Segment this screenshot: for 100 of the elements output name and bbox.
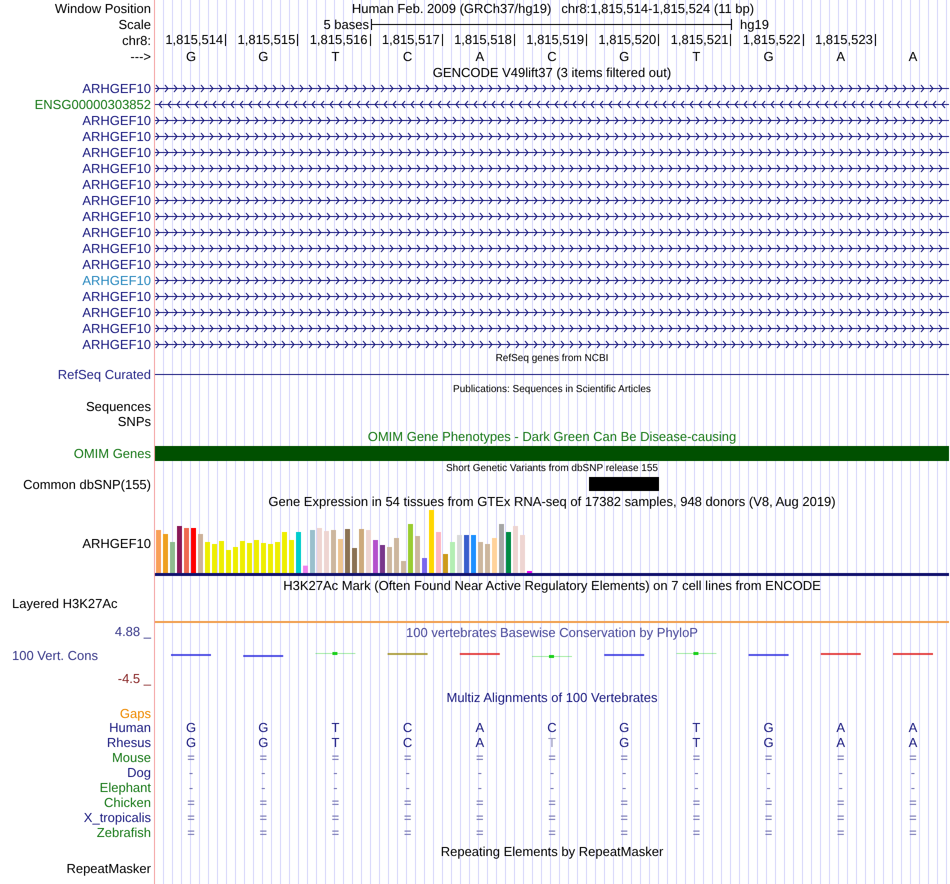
gene-strand-line[interactable] [155, 276, 949, 284]
assembly-label: hg19 [739, 16, 769, 32]
alignment-base: - [550, 765, 554, 780]
gene-label[interactable]: ARHGEF10 [82, 128, 151, 144]
gene-label[interactable]: ARHGEF10 [82, 160, 151, 176]
alignment-base: = [332, 810, 340, 825]
gene-label[interactable]: ARHGEF10 [82, 304, 151, 320]
position-label: 1,815,521 [670, 34, 732, 46]
gene-label[interactable]: ARHGEF10 [82, 240, 151, 256]
alignment-base: - [910, 780, 916, 795]
gene-label[interactable]: ARHGEF10 [82, 336, 151, 352]
alignment-base: = [836, 810, 845, 825]
alignment-base: - [405, 780, 410, 795]
alignment-base: = [259, 795, 268, 810]
alignment-base: - [261, 765, 266, 780]
base-letter: G [258, 48, 268, 64]
track-label: SNPs [118, 414, 151, 429]
track-label: RefSeq Curated [58, 366, 151, 382]
alignment-base: - [188, 780, 194, 795]
base-letter: A [908, 48, 918, 64]
base-letter: T [331, 48, 340, 64]
alignment-base: T [331, 735, 340, 750]
gene-label[interactable]: ARHGEF10 [82, 80, 151, 96]
track-label: Common dbSNP(155) [23, 476, 151, 492]
gene-strand-line[interactable] [155, 84, 949, 92]
alignment-base: - [478, 765, 482, 780]
alignment-base: = [187, 795, 195, 810]
gene-strand-line[interactable] [155, 116, 949, 124]
alignment-base: = [548, 810, 556, 825]
gene-strand-line[interactable] [155, 244, 949, 252]
alignment-base: = [764, 750, 772, 765]
gene-strand-line[interactable] [155, 292, 949, 300]
track-title: RefSeq genes from NCBI [496, 353, 608, 365]
gene-label[interactable]: ARHGEF10 [82, 208, 151, 224]
base-letter: G [619, 48, 630, 64]
alignment-base: - [838, 765, 843, 780]
gene-label[interactable]: ARHGEF10 [82, 192, 151, 208]
base-letter: C [402, 48, 412, 64]
gene-strand-line[interactable] [155, 164, 949, 172]
alignment-base: G [258, 720, 268, 735]
alignment-base: = [620, 825, 628, 840]
alignment-base: = [909, 795, 917, 810]
gene-strand-line[interactable] [155, 340, 949, 348]
alignment-base: - [333, 780, 338, 795]
gene-strand-line[interactable] [155, 308, 949, 316]
alignment-base: G [186, 735, 196, 750]
position-label: 1,815,523 [814, 34, 876, 46]
position-label: 1,815,514 [165, 34, 226, 46]
position-range: chr8:1,815,514-1,815,524 (11 bp) [561, 0, 754, 16]
alignment-base: - [188, 765, 194, 780]
track-label: OMIM Genes [74, 446, 151, 460]
gene-label[interactable]: ARHGEF10 [82, 256, 151, 272]
alignment-base: - [622, 765, 626, 780]
gene-strand-line[interactable] [155, 196, 949, 204]
alignment-base: G [186, 720, 196, 735]
gene-strand-line[interactable] [155, 260, 949, 268]
alignment-base: = [476, 810, 484, 825]
gene-label[interactable]: ARHGEF10 [82, 144, 151, 160]
alignment-base: = [259, 810, 268, 825]
alignment-base: = [404, 795, 412, 810]
gene-label[interactable]: ARHGEF10 [82, 288, 151, 304]
alignment-base: = [764, 795, 772, 810]
track-title: H3K27Ac Mark (Often Found Near Active Regulatory Elements) on 7 cell lines from ENCODE [283, 578, 821, 592]
alignment-base: - [333, 765, 338, 780]
track-label: RepeatMasker [66, 860, 151, 876]
gene-strand-line[interactable] [155, 100, 949, 108]
gene-label[interactable]: ARHGEF10 [82, 224, 151, 240]
gene-label[interactable]: ARHGEF10 [82, 176, 151, 192]
alignment-base: = [404, 810, 412, 825]
alignment-base: = [836, 795, 845, 810]
track-label: 100 Vert. Cons [11, 648, 98, 662]
alignment-base: = [187, 750, 195, 765]
track-title: Publications: Sequences in Scientific Articles [453, 384, 651, 396]
gene-strand-line[interactable] [155, 324, 949, 332]
scale-label: 5 bases [322, 16, 370, 32]
track-title: Short Genetic Variants from dbSNP release 155 [446, 463, 658, 475]
gene-strand-line[interactable] [155, 148, 949, 156]
gene-label[interactable]: ARHGEF10 [82, 112, 151, 128]
alignment-base: A [836, 735, 846, 750]
alignment-base: = [692, 750, 700, 765]
base-letter: C [547, 48, 557, 64]
gene-strand-line[interactable] [155, 180, 949, 188]
alignment-base: = [909, 810, 917, 825]
gene-label[interactable]: ARHGEF10 [82, 320, 151, 336]
row-label: Window Position [54, 0, 151, 16]
alignment-base: = [909, 825, 917, 840]
gene-strand-line[interactable] [155, 132, 949, 140]
gene-label[interactable]: ENSG00000303852 [34, 96, 151, 112]
base-letter: A [836, 48, 846, 64]
gene-strand-line[interactable] [155, 212, 949, 220]
gene-strand-line[interactable] [155, 228, 949, 236]
gene-label[interactable]: ARHGEF10 [82, 272, 151, 288]
alignment-base: C [402, 735, 412, 750]
position-label: 1,815,520 [598, 34, 660, 46]
alignment-base: A [475, 735, 484, 750]
alignment-base: = [187, 810, 195, 825]
alignment-base: = [836, 825, 845, 840]
alignment-base: = [692, 795, 700, 810]
alignment-base: = [404, 750, 412, 765]
species-label: Rhesus [106, 735, 151, 750]
